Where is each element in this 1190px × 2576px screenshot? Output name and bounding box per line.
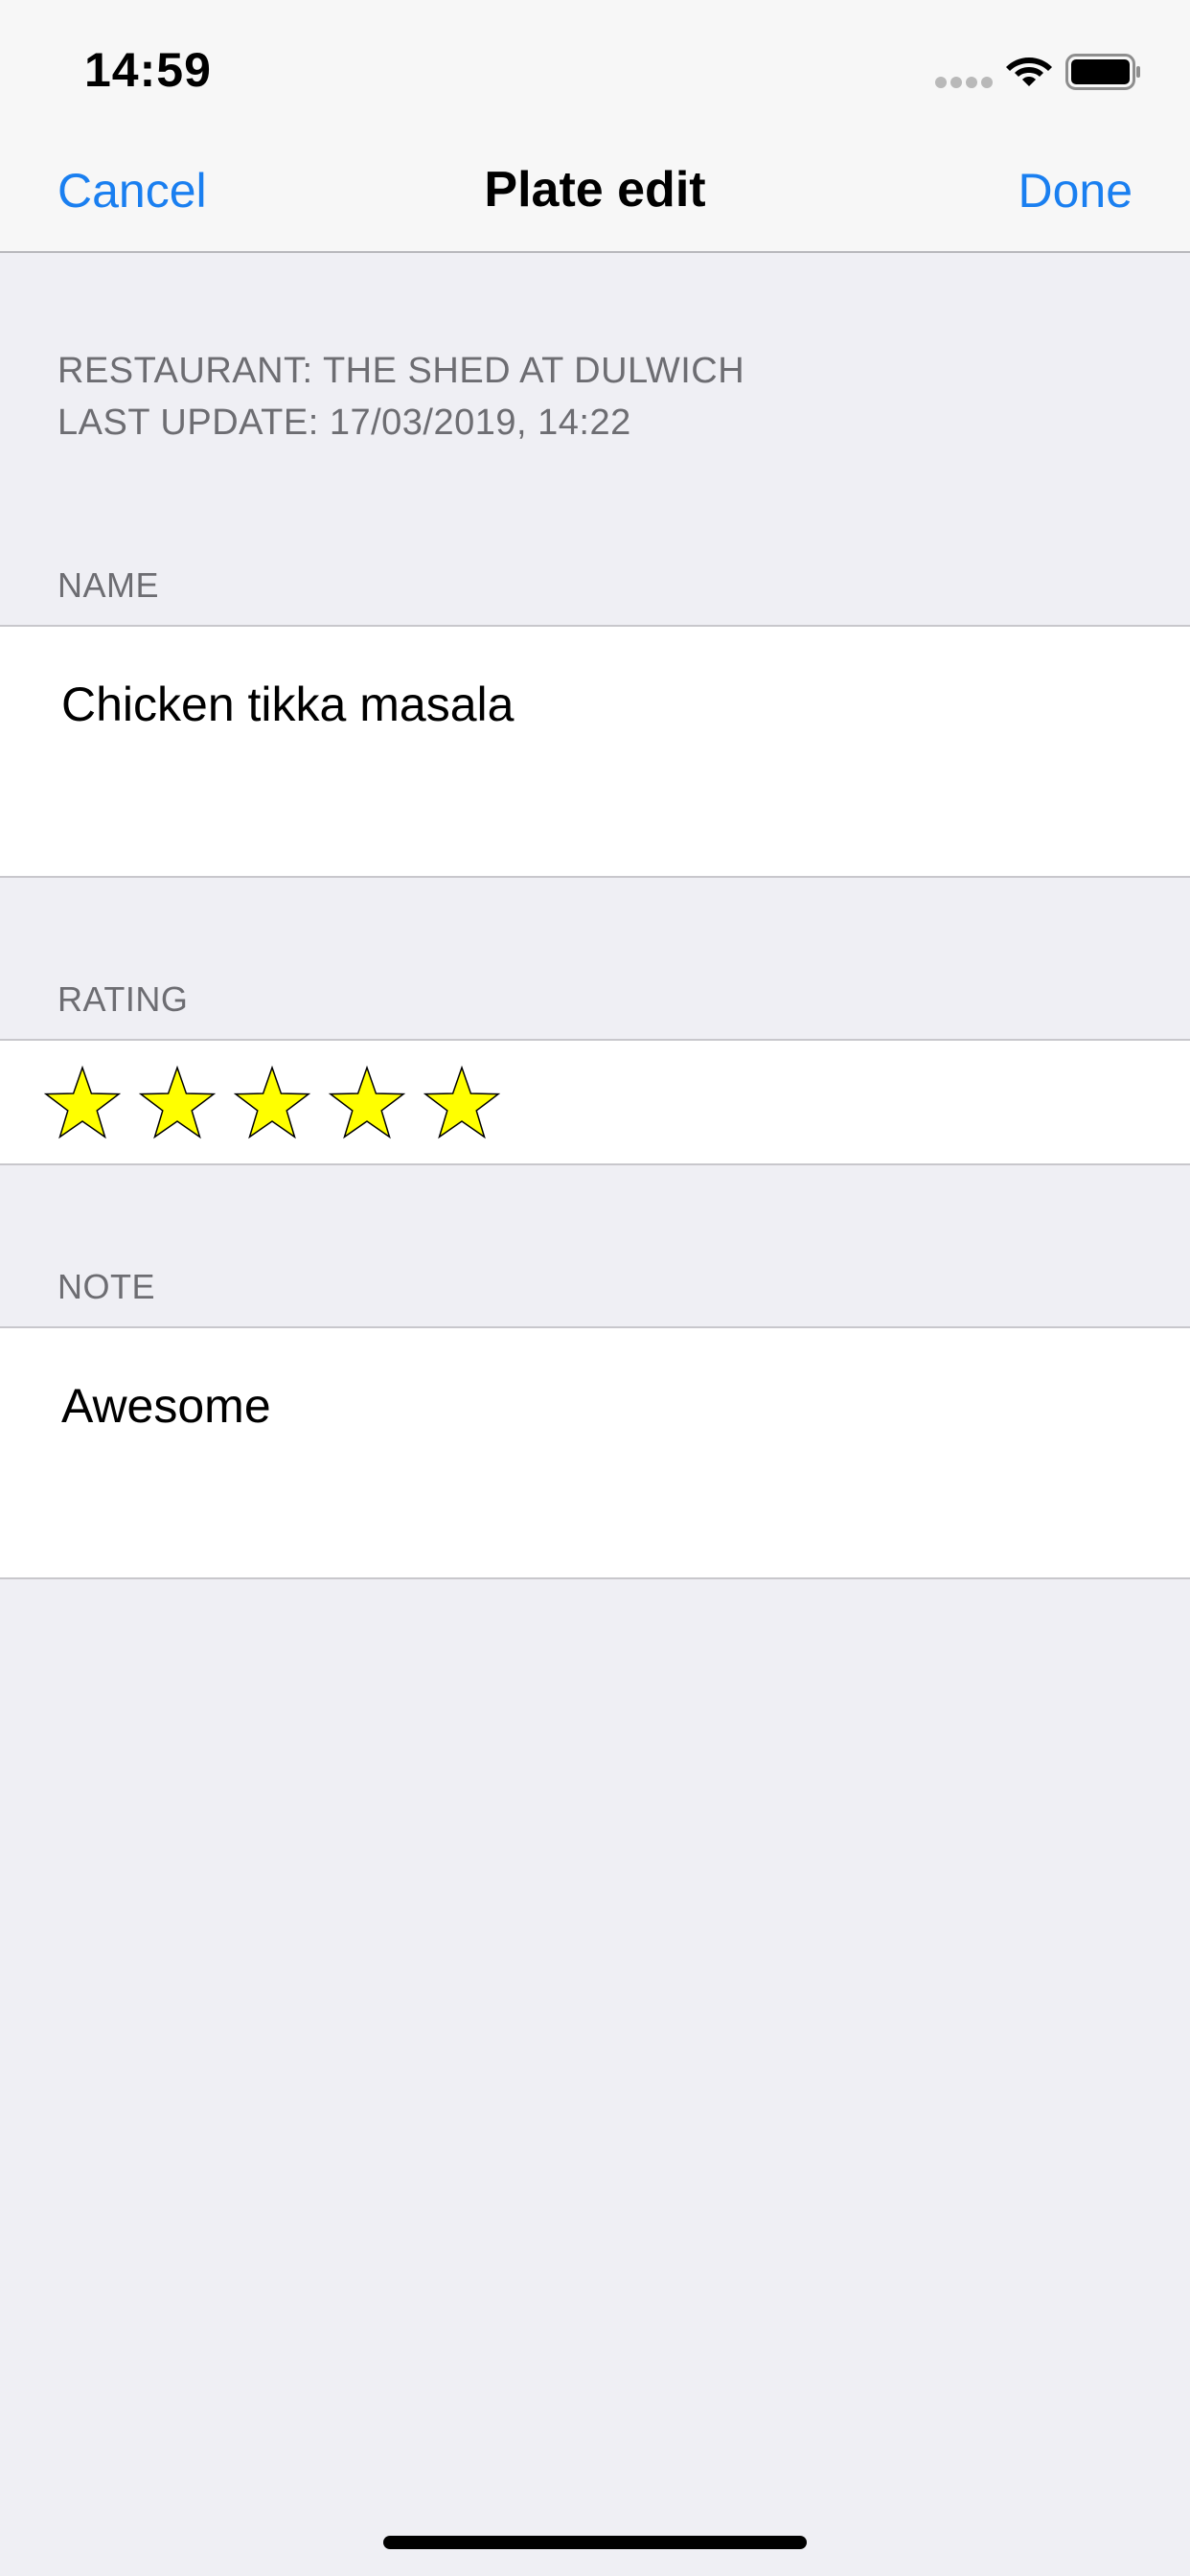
navigation-bar: Cancel Plate edit Done	[0, 134, 1190, 253]
battery-icon	[1065, 54, 1140, 90]
last-update-label: LAST UPDATE: 17/03/2019, 14:22	[57, 402, 631, 443]
star-icon[interactable]	[327, 1064, 407, 1144]
note-value[interactable]: Awesome	[61, 1378, 271, 1434]
done-button[interactable]: Done	[1018, 163, 1133, 218]
rating-section-header: RATING	[57, 979, 189, 1019]
wifi-icon	[1006, 58, 1052, 86]
status-time: 14:59	[84, 43, 212, 97]
cancel-button[interactable]: Cancel	[57, 163, 207, 218]
plate-edit-screen: 14:59 Cancel Plate edit Done RESTAURANT:…	[0, 0, 1190, 2576]
status-bar: 14:59	[0, 0, 1190, 134]
star-icon[interactable]	[137, 1064, 217, 1144]
name-value[interactable]: Chicken tikka masala	[61, 677, 514, 732]
signal-dots-icon	[935, 77, 993, 88]
star-icon[interactable]	[232, 1064, 312, 1144]
note-field[interactable]: Awesome	[0, 1326, 1190, 1579]
restaurant-label: RESTAURANT: THE SHED AT DULWICH	[57, 351, 745, 391]
home-indicator[interactable]	[383, 2536, 807, 2549]
star-icon[interactable]	[42, 1064, 123, 1144]
star-icon[interactable]	[422, 1064, 502, 1144]
name-section-header: NAME	[57, 565, 160, 605]
rating-control[interactable]	[0, 1039, 1190, 1165]
name-field[interactable]: Chicken tikka masala	[0, 625, 1190, 878]
note-section-header: NOTE	[57, 1267, 156, 1306]
